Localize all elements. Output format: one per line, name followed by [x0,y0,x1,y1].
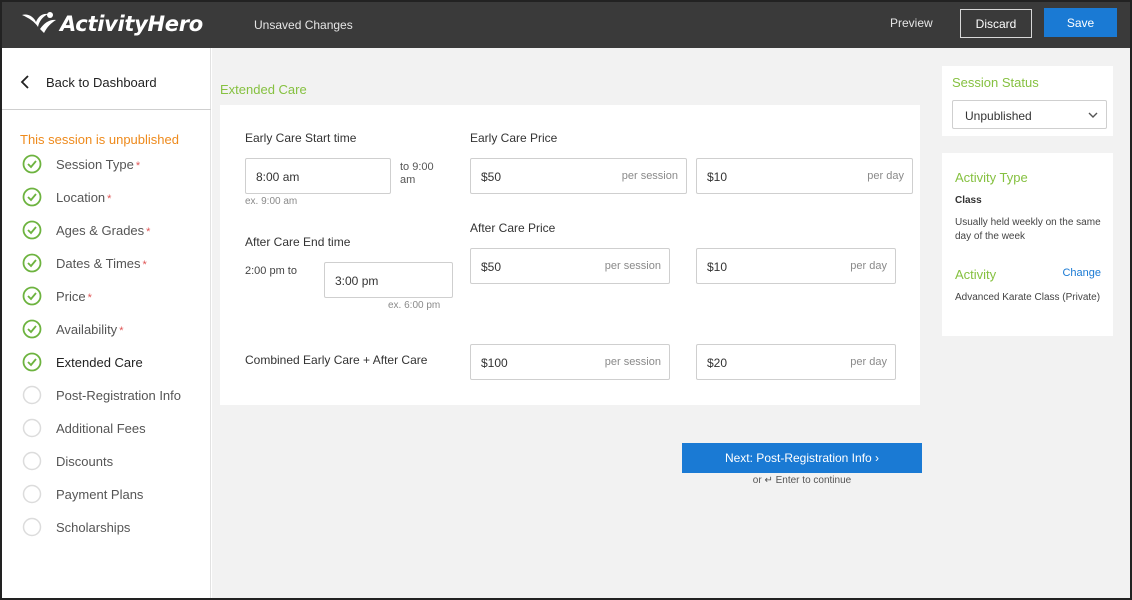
sidebar-item-price[interactable]: Price * [22,284,92,308]
sidebar: Back to Dashboard This session is unpubl… [2,48,211,598]
activityhero-logo-icon [22,12,56,33]
discard-button[interactable]: Discard [960,9,1032,38]
activity-info-card: Activity Type Class Usually held weekly … [942,153,1113,336]
session-status-select[interactable]: Unpublished [952,100,1107,129]
sidebar-item-label: Session Type * [56,156,141,172]
check-circle-icon [22,187,42,207]
preview-link[interactable]: Preview [890,16,933,30]
early-care-price-label: Early Care Price [470,131,558,145]
per-session-suffix: per session [604,356,661,368]
activity-type-title: Activity Type [955,170,1028,185]
section-title: Extended Care [220,82,307,97]
combined-care-label: Combined Early Care + After Care [245,353,428,367]
sidebar-item-scholarships[interactable]: Scholarships [22,515,130,539]
check-circle-icon [22,319,42,339]
unpublished-notice: This session is unpublished [20,132,179,147]
sidebar-item-payment-plans[interactable]: Payment Plans [22,482,143,506]
sidebar-item-label: Availability * [56,321,124,337]
per-session-suffix: per session [604,260,661,272]
after-care-start-text: 2:00 pm to [245,265,297,277]
early-care-start-hint: ex. 9:00 am [245,196,298,207]
sidebar-item-location[interactable]: Location * [22,185,111,209]
empty-circle-icon [22,451,42,471]
combined-price-session-value: $100 [481,356,508,370]
sidebar-item-label: Scholarships [56,519,131,535]
sidebar-item-label: Payment Plans [56,486,144,502]
early-care-start-value: 8:00 am [256,170,300,184]
sidebar-item-label: Dates & Times * [56,255,147,271]
sidebar-item-label: Price * [56,288,92,304]
after-care-end-input[interactable]: 3:00 pm [324,262,453,298]
after-care-end-value: 3:00 pm [335,274,379,288]
top-bar: ActivityHero Unsaved Changes Preview Dis… [2,2,1130,48]
back-label: Back to Dashboard [46,75,157,90]
session-status-value: Unpublished [965,109,1032,123]
change-activity-link[interactable]: Change [1062,267,1101,279]
check-circle-icon [22,220,42,240]
check-circle-icon [22,286,42,306]
sidebar-item-discounts[interactable]: Discounts [22,449,113,473]
sidebar-item-availability[interactable]: Availability * [22,317,123,341]
sidebar-item-post-registration[interactable]: Post-Registration Info [22,383,181,407]
chevron-left-icon [20,75,29,89]
per-day-suffix: per day [850,260,887,272]
sidebar-item-label: Discounts [56,453,114,469]
early-care-price-day-input[interactable]: $10 per day [696,158,913,194]
save-button[interactable]: Save [1044,8,1117,37]
empty-circle-icon [22,418,42,438]
early-care-price-session-value: $50 [481,170,502,184]
check-circle-icon [22,154,42,174]
session-status-title: Session Status [952,75,1039,90]
combined-price-session-input[interactable]: $100 per session [470,344,670,380]
check-circle-icon [22,253,42,273]
logo[interactable]: ActivityHero [20,10,203,38]
early-care-start-input[interactable]: 8:00 am [245,158,391,194]
combined-price-day-value: $20 [707,356,728,370]
after-care-price-day-value: $10 [707,260,728,274]
activity-title: Activity [955,267,997,282]
early-care-price-session-input[interactable]: $50 per session [470,158,687,194]
after-care-price-day-input[interactable]: $10 per day [696,248,896,284]
sidebar-item-additional-fees[interactable]: Additional Fees [22,416,146,440]
after-care-price-session-input[interactable]: $50 per session [470,248,670,284]
empty-circle-icon [22,484,42,504]
sidebar-item-label: Location * [56,189,112,205]
main-content: Extended Care Early Care Start time 8:00… [212,48,1130,598]
sidebar-item-label: Extended Care [56,354,143,370]
per-session-suffix: per session [621,170,678,182]
sidebar-item-label: Post-Registration Info [56,387,182,403]
logo-text: ActivityHero [60,12,203,36]
empty-circle-icon [22,385,42,405]
session-status-card: Session Status Unpublished [942,66,1113,136]
next-post-registration-button[interactable]: Next: Post-Registration Info › [682,443,922,473]
empty-circle-icon [22,517,42,537]
chevron-down-icon [1088,112,1098,118]
early-care-end-text: to 9:00 am [400,161,434,186]
sidebar-item-ages-grades[interactable]: Ages & Grades * [22,218,150,242]
sidebar-item-label: Additional Fees [56,420,146,436]
per-day-suffix: per day [867,170,904,182]
enter-to-continue-hint: or ↵ Enter to continue [752,475,852,486]
sidebar-item-label: Ages & Grades * [56,222,151,238]
unsaved-changes-indicator: Unsaved Changes [254,18,353,32]
after-care-end-label: After Care End time [245,235,351,249]
back-to-dashboard[interactable]: Back to Dashboard [2,48,211,110]
check-circle-icon [22,352,42,372]
sidebar-item-dates-times[interactable]: Dates & Times * [22,251,147,275]
app-window: ActivityHero Unsaved Changes Preview Dis… [0,0,1132,600]
extended-care-card: Early Care Start time 8:00 am to 9:00 am… [220,105,920,405]
activity-name: Advanced Karate Class (Private) [955,292,1101,303]
sidebar-item-extended-care[interactable]: Extended Care [22,350,143,374]
combined-price-day-input[interactable]: $20 per day [696,344,896,380]
activity-type-description: Usually held weekly on the same day of t… [955,217,1101,242]
after-care-price-session-value: $50 [481,260,502,274]
after-care-price-label: After Care Price [470,221,556,235]
early-care-price-day-value: $10 [707,170,728,184]
early-care-start-label: Early Care Start time [245,131,357,145]
activity-type-value: Class [955,195,982,206]
after-care-end-hint: ex. 6:00 pm [388,300,441,311]
per-day-suffix: per day [850,356,887,368]
sidebar-item-session-type[interactable]: Session Type * [22,152,140,176]
